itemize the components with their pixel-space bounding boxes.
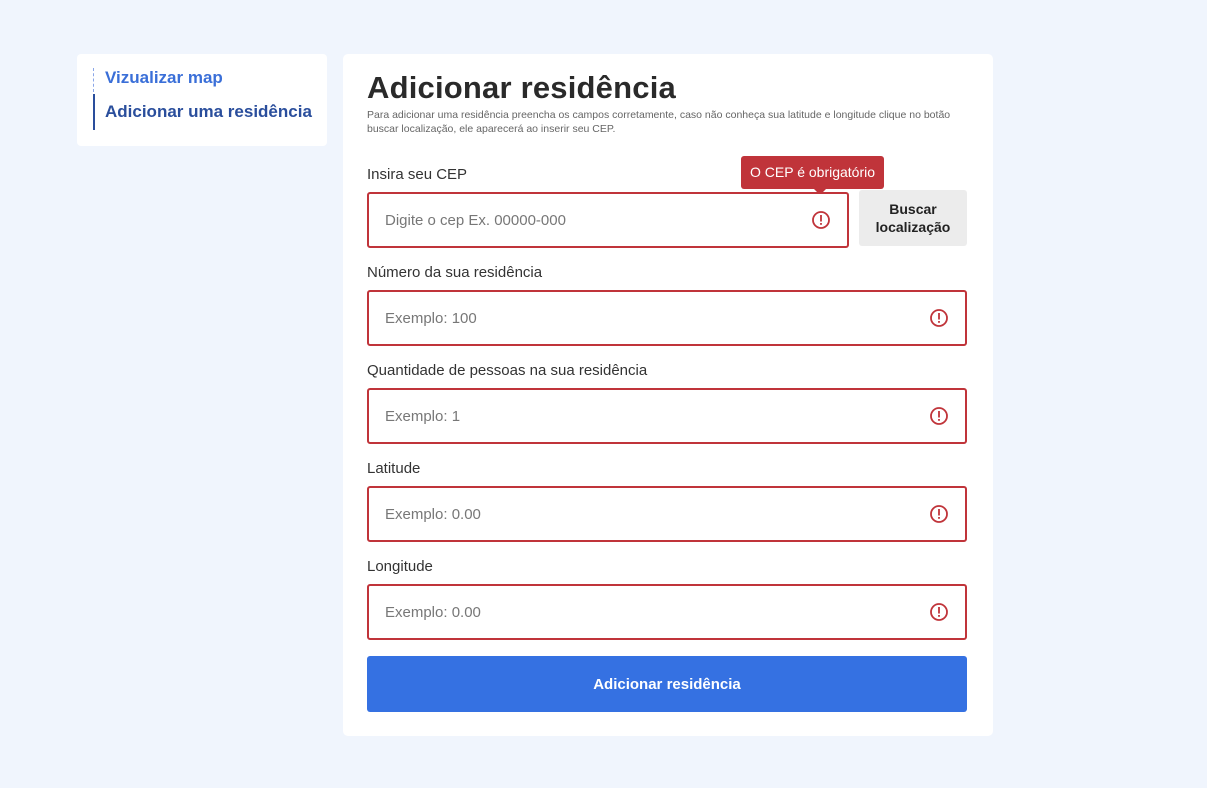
cep-label: Insira seu CEP — [367, 166, 468, 183]
cep-field — [367, 192, 849, 248]
longitude-input[interactable] — [385, 586, 921, 638]
cep-error-tooltip: O CEP é obrigatório — [741, 156, 885, 195]
adicionar-residencia-button[interactable]: Adicionar residência — [367, 656, 967, 712]
cep-input[interactable] — [385, 194, 803, 246]
pessoas-label: Quantidade de pessoas na sua residência — [367, 362, 648, 379]
warning-circle-icon — [930, 407, 948, 425]
warning-circle-icon — [930, 505, 948, 523]
pessoas-input[interactable] — [385, 390, 921, 442]
longitude-label: Longitude — [367, 558, 433, 575]
numero-input[interactable] — [385, 292, 921, 344]
page-description: Para adicionar uma residência preencha o… — [367, 109, 951, 135]
add-residence-card: Adicionar residência Para adicionar uma … — [343, 54, 993, 736]
warning-circle-icon — [930, 603, 948, 621]
side-navigation: Vizualizar map Adicionar uma residência — [77, 54, 327, 146]
numero-label: Número da sua residência — [367, 264, 543, 281]
buscar-localizacao-button[interactable]: Buscar localização — [859, 190, 967, 246]
latitude-field — [367, 486, 967, 542]
page-title: Adicionar residência — [367, 70, 676, 105]
longitude-field — [367, 584, 967, 640]
latitude-label: Latitude — [367, 460, 421, 477]
warning-circle-icon — [812, 211, 830, 229]
pessoas-field — [367, 388, 967, 444]
nav-link-adicionar-residencia[interactable]: Adicionar uma residência — [93, 94, 312, 130]
latitude-input[interactable] — [385, 488, 921, 540]
numero-field — [367, 290, 967, 346]
warning-circle-icon — [930, 309, 948, 327]
nav-link-visualizar-map[interactable]: Vizualizar map — [93, 68, 223, 92]
